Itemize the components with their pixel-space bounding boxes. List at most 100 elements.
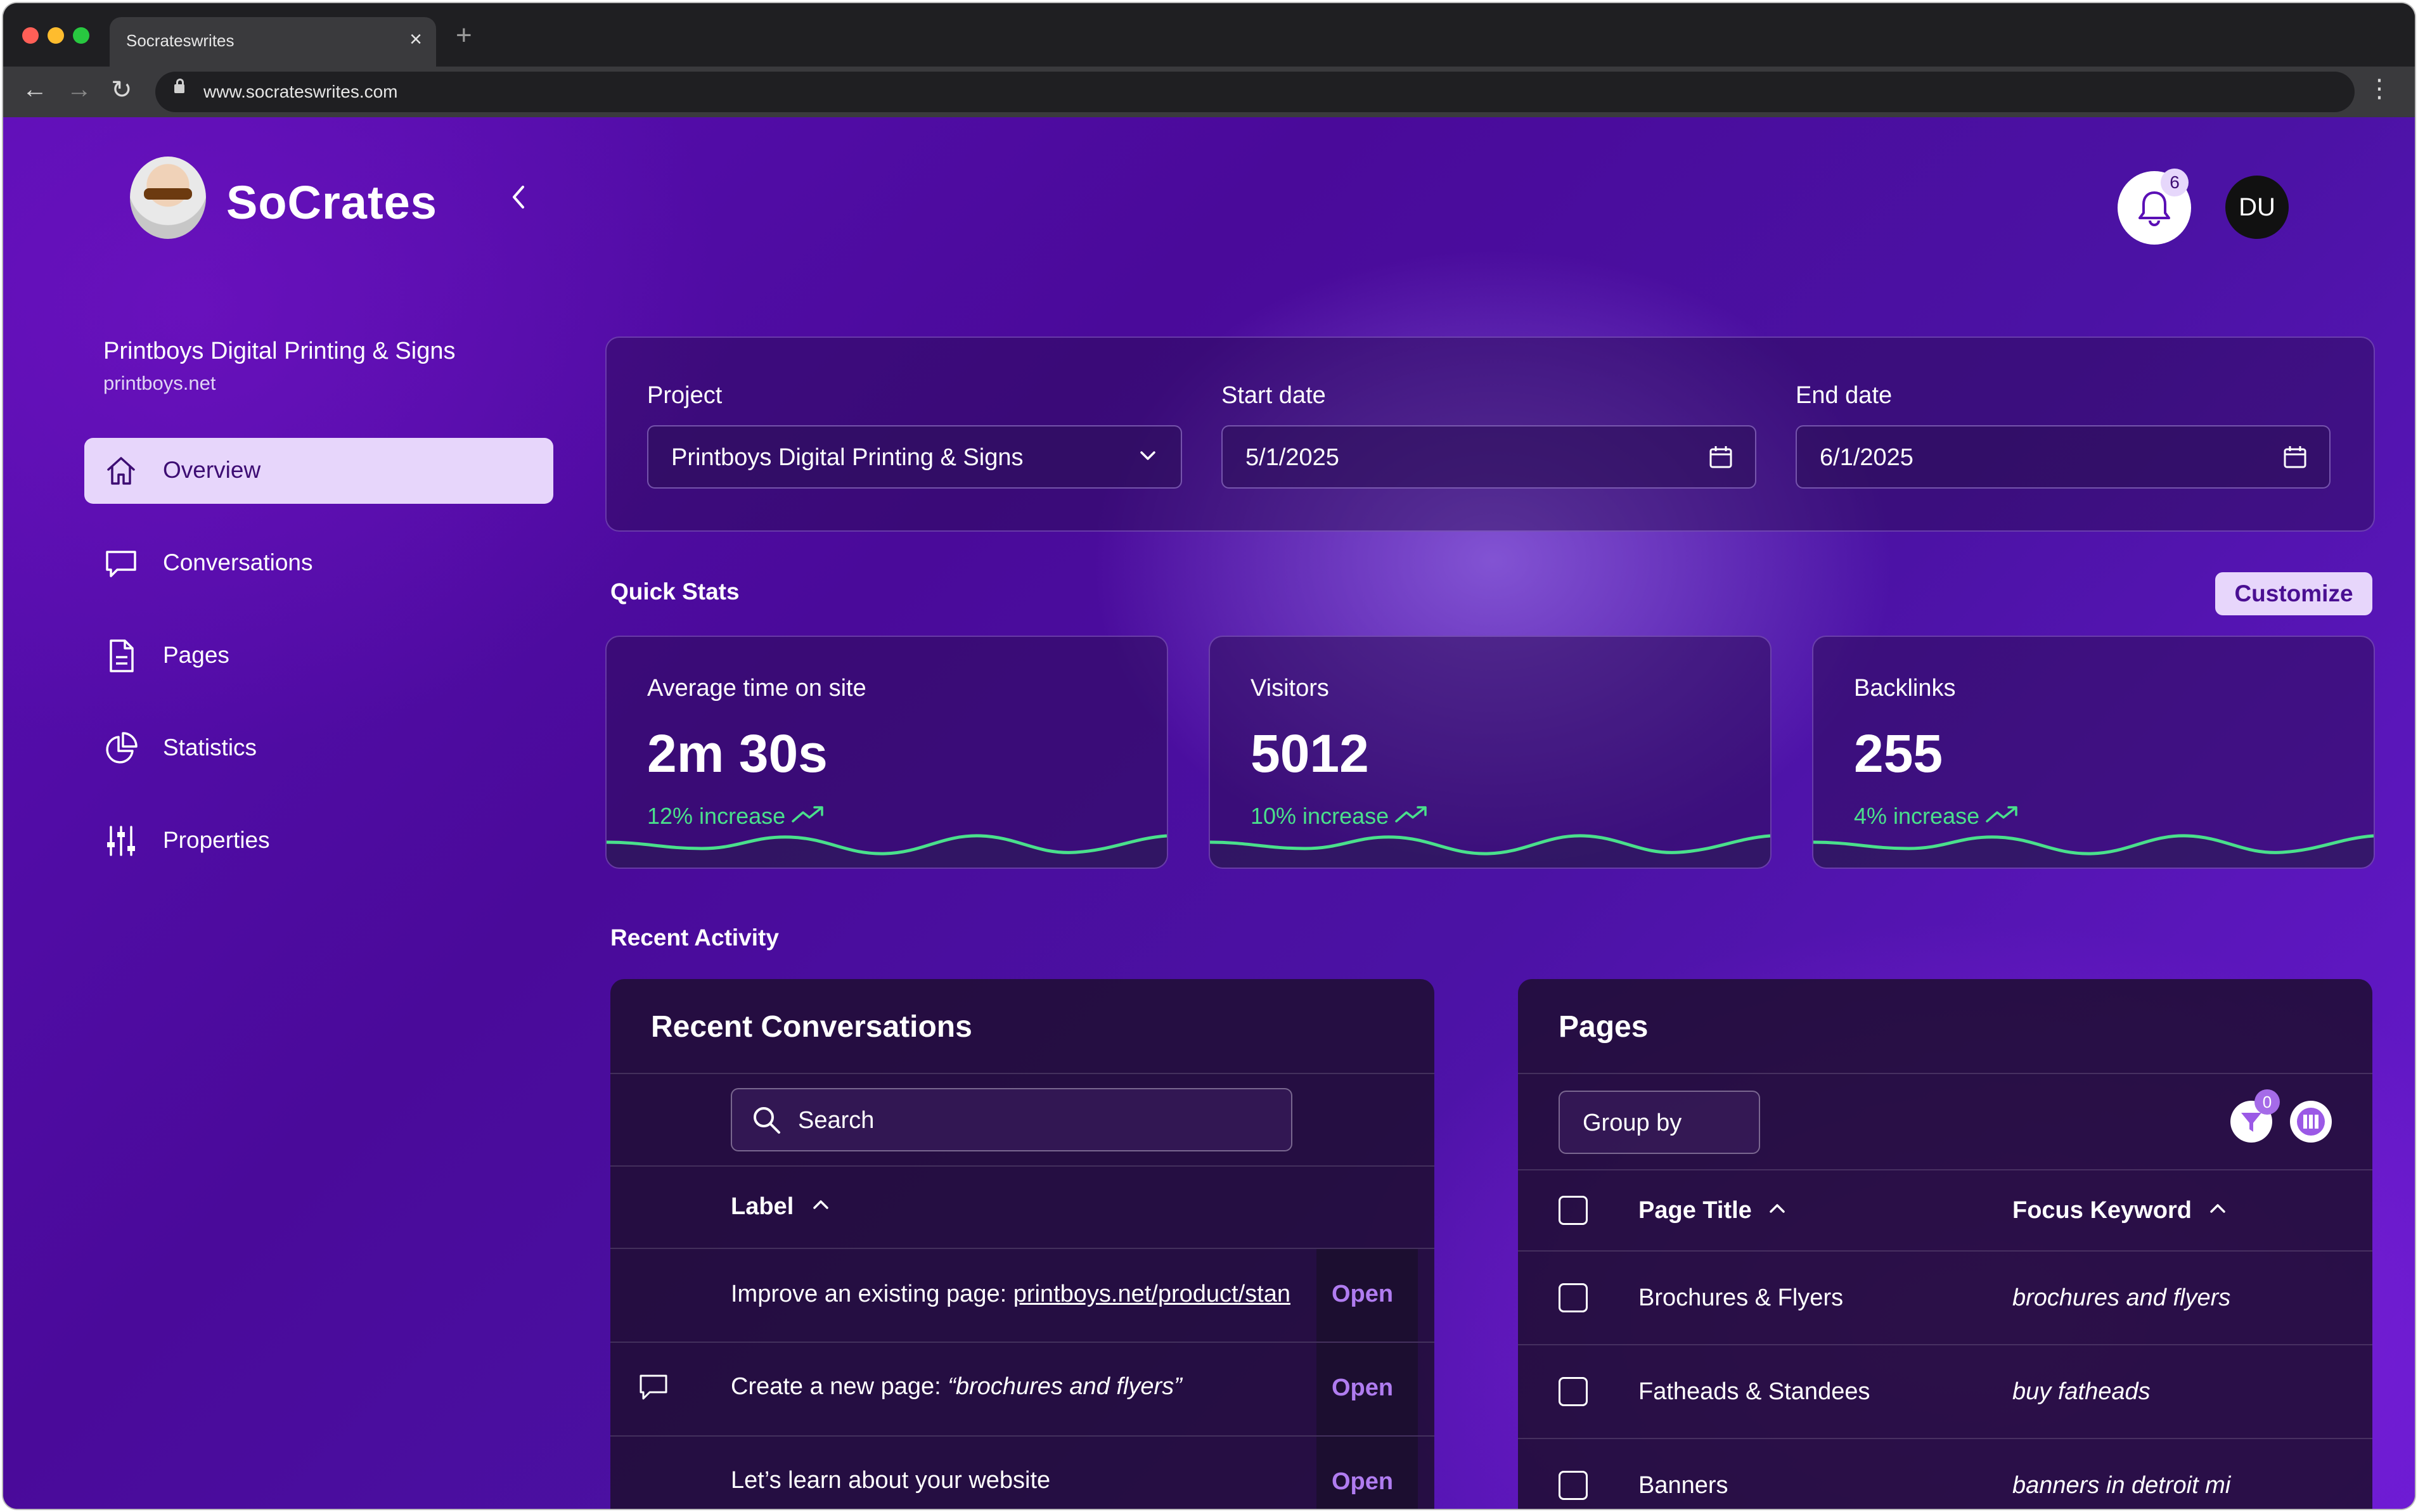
close-window-button[interactable] bbox=[22, 27, 39, 44]
customize-button[interactable]: Customize bbox=[2215, 572, 2372, 615]
search-icon bbox=[754, 1107, 780, 1134]
browser-menu-icon[interactable]: ⋮ bbox=[2367, 74, 2392, 103]
project-select-value: Printboys Digital Printing & Signs bbox=[671, 444, 1024, 471]
divider bbox=[1518, 1344, 2372, 1345]
pages-title: Pages bbox=[1559, 1010, 1649, 1044]
group-by-select[interactable]: Group by bbox=[1559, 1091, 1760, 1154]
conversations-search-input[interactable]: Search bbox=[731, 1088, 1292, 1151]
conversation-label: Create a new page: “brochures and flyers… bbox=[731, 1373, 1182, 1400]
filter-count-badge: 0 bbox=[2254, 1089, 2280, 1115]
forward-arrow-icon[interactable]: → bbox=[67, 75, 92, 104]
recent-conversations-title: Recent Conversations bbox=[651, 1010, 972, 1044]
page-title-cell: Fatheads & Standees bbox=[1638, 1378, 1870, 1405]
stat-sparkline bbox=[1210, 834, 1770, 868]
divider bbox=[610, 1435, 1434, 1437]
start-date-field[interactable]: 5/1/2025 bbox=[1221, 425, 1756, 489]
stat-card-backlinks: Backlinks 255 4% increase bbox=[1812, 636, 2375, 869]
pages-panel: Pages Group by 0 Page Title Focus Keywor… bbox=[1518, 979, 2372, 1509]
sidebar-item-conversations[interactable]: Conversations bbox=[84, 530, 553, 596]
conversation-page-link[interactable]: printboys.net/product/stan bbox=[1013, 1281, 1290, 1307]
chevron-up-icon bbox=[813, 1200, 828, 1209]
column-header-page-title[interactable]: Page Title bbox=[1638, 1197, 1789, 1224]
row-checkbox[interactable] bbox=[1559, 1377, 1588, 1406]
column-header-focus-keyword[interactable]: Focus Keyword bbox=[2012, 1197, 2229, 1224]
group-by-label: Group by bbox=[1583, 1110, 1682, 1136]
open-cell: Open bbox=[1316, 1249, 1418, 1342]
column-header-label[interactable]: Label bbox=[731, 1193, 832, 1220]
open-cell: Open bbox=[1316, 1343, 1418, 1435]
divider bbox=[610, 1248, 1434, 1249]
user-avatar[interactable]: DU bbox=[2225, 176, 2289, 239]
reload-icon[interactable]: ↻ bbox=[111, 75, 132, 105]
chevron-left-icon[interactable] bbox=[509, 183, 528, 218]
divider bbox=[1518, 1169, 2372, 1170]
stat-value: 255 bbox=[1854, 724, 1943, 783]
calendar-icon[interactable] bbox=[2282, 444, 2308, 470]
minimize-window-button[interactable] bbox=[48, 27, 64, 44]
chevron-down-icon bbox=[1140, 451, 1155, 460]
columns-button[interactable] bbox=[2290, 1101, 2332, 1143]
tab-close-icon[interactable]: × bbox=[409, 27, 422, 52]
sidebar-item-label: Overview bbox=[163, 457, 261, 483]
page-title-cell: Banners bbox=[1638, 1472, 1728, 1499]
maximize-window-button[interactable] bbox=[73, 27, 89, 44]
lock-icon bbox=[174, 79, 184, 93]
sidebar-item-label: Properties bbox=[163, 827, 270, 853]
row-checkbox[interactable] bbox=[1559, 1471, 1588, 1500]
start-date-value: 5/1/2025 bbox=[1245, 444, 1339, 471]
sidebar-item-pages[interactable]: Pages bbox=[84, 623, 553, 689]
chat-bubble-icon bbox=[640, 1374, 667, 1400]
row-checkbox[interactable] bbox=[1559, 1283, 1588, 1312]
project-label: Project bbox=[647, 382, 723, 409]
home-icon bbox=[107, 457, 135, 485]
project-select[interactable]: Printboys Digital Printing & Signs bbox=[647, 425, 1182, 489]
logo-glasses bbox=[144, 188, 192, 200]
back-arrow-icon[interactable]: ← bbox=[22, 75, 48, 104]
stat-card-average-time: Average time on site 2m 30s 12% increase bbox=[605, 636, 1168, 869]
browser-tabbar: Socrateswrites × + bbox=[3, 3, 2415, 67]
sidebar-item-label: Conversations bbox=[163, 549, 313, 575]
chevron-up-icon bbox=[1770, 1204, 1785, 1213]
tab-title: Socrateswrites bbox=[126, 31, 235, 50]
sidebar-item-statistics[interactable]: Statistics bbox=[84, 715, 553, 781]
open-conversation-link[interactable]: Open bbox=[1332, 1468, 1393, 1496]
conversation-label: Improve an existing page: printboys.net/… bbox=[731, 1281, 1290, 1307]
divider bbox=[1518, 1438, 2372, 1439]
notifications-button[interactable]: 6 bbox=[2118, 169, 2191, 245]
open-cell: Open bbox=[1316, 1437, 1418, 1509]
start-date-label: Start date bbox=[1221, 382, 1326, 409]
sidebar-project-domain: printboys.net bbox=[103, 372, 216, 394]
stat-label: Visitors bbox=[1251, 675, 1329, 702]
filter-panel: Project Printboys Digital Printing & Sig… bbox=[605, 336, 2375, 532]
browser-tab[interactable]: Socrateswrites × bbox=[110, 17, 436, 67]
filter-button[interactable]: 0 bbox=[2230, 1089, 2280, 1143]
stat-value: 5012 bbox=[1251, 724, 1369, 783]
divider bbox=[1518, 1073, 2372, 1074]
divider bbox=[610, 1073, 1434, 1074]
divider bbox=[1518, 1250, 2372, 1252]
sidebar-item-label: Pages bbox=[163, 642, 229, 668]
open-conversation-link[interactable]: Open bbox=[1332, 1281, 1393, 1308]
chat-bubble-icon bbox=[106, 551, 136, 577]
sliders-icon bbox=[107, 826, 135, 856]
divider bbox=[610, 1165, 1434, 1167]
select-all-checkbox[interactable] bbox=[1559, 1196, 1588, 1225]
end-date-value: 6/1/2025 bbox=[1820, 444, 1913, 471]
new-tab-button[interactable]: + bbox=[456, 20, 472, 51]
calendar-icon[interactable] bbox=[1708, 444, 1733, 470]
stat-value: 2m 30s bbox=[647, 724, 828, 783]
stat-label: Backlinks bbox=[1854, 675, 1956, 702]
address-bar[interactable]: www.socrateswrites.com bbox=[155, 72, 2355, 112]
chevron-up-icon bbox=[2209, 1204, 2225, 1213]
sidebar-item-overview[interactable]: Overview bbox=[84, 438, 553, 504]
conversation-label: Let’s learn about your website bbox=[731, 1467, 1051, 1494]
columns-icon bbox=[2297, 1108, 2325, 1136]
sidebar-item-properties[interactable]: Properties bbox=[84, 808, 553, 874]
brand-name: SoCrates bbox=[226, 176, 437, 229]
stat-label: Average time on site bbox=[647, 675, 866, 702]
end-date-field[interactable]: 6/1/2025 bbox=[1796, 425, 2331, 489]
recent-activity-title: Recent Activity bbox=[610, 925, 779, 951]
pie-chart-icon bbox=[106, 732, 138, 764]
open-conversation-link[interactable]: Open bbox=[1332, 1374, 1393, 1402]
stat-card-visitors: Visitors 5012 10% increase bbox=[1209, 636, 1772, 869]
